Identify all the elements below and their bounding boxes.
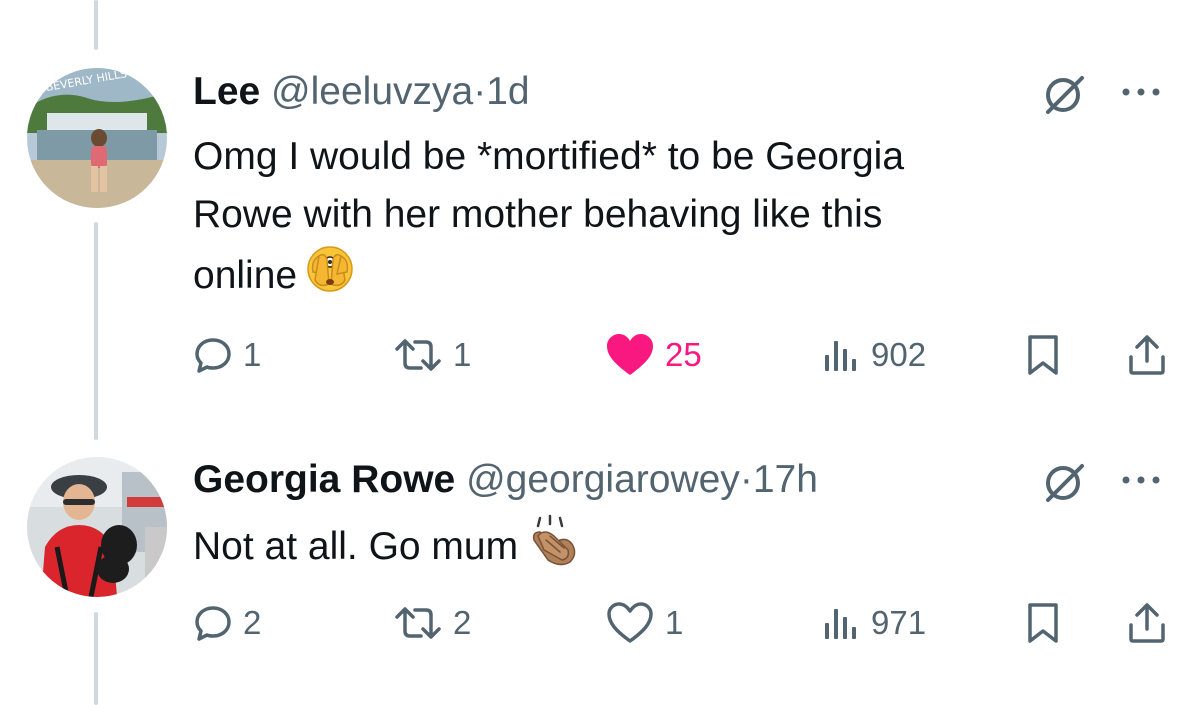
share-icon <box>1129 603 1165 643</box>
tweet-text: Omg I would be *mortified* to be Georgia… <box>193 128 1093 311</box>
author-handle[interactable]: @leeluvzya <box>271 70 473 113</box>
tweet-actions: 2 2 1 971 <box>193 598 1173 648</box>
reply-icon <box>195 338 231 373</box>
more-options-icon[interactable] <box>1120 72 1164 112</box>
timestamp[interactable]: 17h <box>753 458 818 501</box>
tweet-text-line-last: Not at all. Go mum <box>193 514 1093 583</box>
repost-count: 1 <box>453 336 472 373</box>
thread-line-top <box>94 0 98 50</box>
share-button[interactable] <box>1127 330 1167 380</box>
clapping-hands-icon <box>526 514 584 583</box>
tweet-text-line: Not at all. Go mum <box>193 524 519 568</box>
like-count: 1 <box>665 604 684 641</box>
author-name[interactable]: Lee <box>193 70 260 113</box>
repost-icon <box>395 607 441 639</box>
repost-button[interactable]: 2 <box>393 598 471 648</box>
author-name[interactable]: Georgia Rowe <box>193 458 455 501</box>
separator-dot: · <box>739 458 753 501</box>
tweet-header: Georgia Rowe @georgiarowey·17h <box>193 458 818 502</box>
bookmark-icon <box>1028 335 1058 375</box>
bookmark-button[interactable] <box>1025 330 1061 380</box>
grok-icon[interactable] <box>1042 72 1088 114</box>
tweet-text-line: Rowe with her mother behaving like this <box>193 193 883 236</box>
views-icon <box>825 609 856 639</box>
like-button[interactable]: 1 <box>605 598 683 648</box>
more-options-icon[interactable] <box>1120 460 1164 500</box>
heart-outline-icon <box>607 602 653 643</box>
author-handle[interactable]: @georgiarowey <box>466 458 740 501</box>
repost-button[interactable]: 1 <box>393 330 471 380</box>
bookmark-button[interactable] <box>1025 598 1061 648</box>
reply-button[interactable]: 2 <box>193 598 261 648</box>
tweet-text: Not at all. Go mum <box>193 514 1093 583</box>
thread-line-bottom <box>94 612 98 705</box>
reply-count: 2 <box>243 604 262 641</box>
tweet-header: Lee @leeluvzya·1d <box>193 70 530 114</box>
thread-line-middle <box>94 222 98 440</box>
share-button[interactable] <box>1127 598 1167 648</box>
separator-dot: · <box>473 70 487 113</box>
face-with-open-eyes-and-hand-over-mouth-icon <box>305 244 355 311</box>
reply-icon <box>195 606 231 641</box>
reply-count: 1 <box>243 336 262 373</box>
bookmark-icon <box>1028 603 1058 643</box>
views-count: 971 <box>871 604 927 641</box>
repost-count: 2 <box>453 604 472 641</box>
tweet-text-line: Omg I would be *mortified* to be Georgia <box>193 135 905 178</box>
views-count: 902 <box>871 336 927 373</box>
tweet-text-line-last: online <box>193 244 1093 311</box>
tweet-actions: 1 1 25 902 <box>193 330 1173 380</box>
views-icon <box>825 341 856 371</box>
like-button[interactable]: 25 <box>605 330 702 380</box>
views-button[interactable]: 971 <box>821 598 926 648</box>
repost-icon <box>395 339 441 371</box>
reply-button[interactable]: 1 <box>193 330 261 380</box>
views-button[interactable]: 902 <box>821 330 926 380</box>
timestamp[interactable]: 1d <box>486 70 529 113</box>
avatar[interactable]: BEVERLY HILLS <box>27 68 167 208</box>
heart-filled-icon <box>607 334 653 375</box>
share-icon <box>1129 335 1165 375</box>
avatar[interactable] <box>27 457 167 597</box>
tweet-text-line: online <box>193 253 298 297</box>
grok-icon[interactable] <box>1042 460 1088 502</box>
like-count: 25 <box>665 336 702 373</box>
